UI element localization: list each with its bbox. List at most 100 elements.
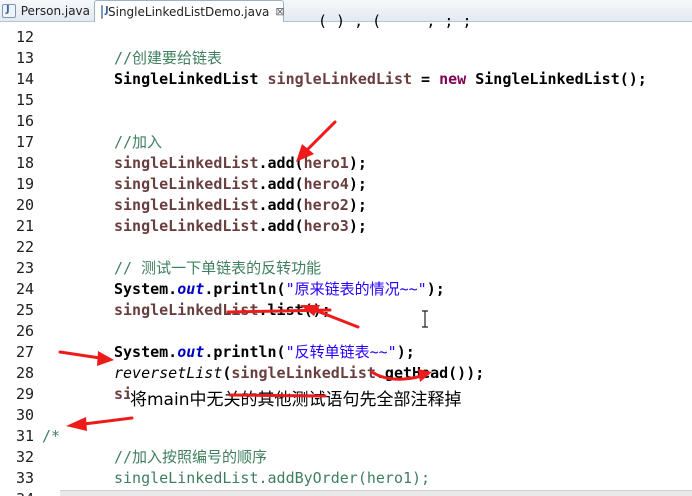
- code-token: // 测试一下单链表的反转功能: [114, 259, 322, 277]
- code-token: hero2: [303, 196, 349, 214]
- code-token: reversetList: [114, 364, 223, 382]
- code-token: );: [348, 196, 367, 214]
- code-text: singleLinkedList.addByOrder(hero1);: [114, 468, 430, 489]
- line-number: 15: [15, 91, 34, 109]
- code-token: singleLinkedList: [114, 196, 259, 214]
- code-line[interactable]: 16: [0, 111, 692, 132]
- code-token: .add(: [258, 175, 304, 193]
- code-line[interactable]: 19 singleLinkedList.add(hero4);: [0, 174, 692, 195]
- code-line[interactable]: 17 //加入: [0, 132, 692, 153]
- code-line[interactable]: 28 reversetList(singleLinkedList.getHead(…: [0, 363, 692, 384]
- code-token: singleLinkedList: [114, 217, 259, 235]
- code-token: singleLinkedList: [114, 301, 259, 319]
- code-token: singleLinkedList: [114, 154, 259, 172]
- code-token: //加入: [114, 133, 163, 151]
- code-line[interactable]: 22: [0, 237, 692, 258]
- code-editor[interactable]: ( ) , ( , ; ; 12 13//创建要给链表 14 SingleLinked…: [0, 12, 692, 496]
- annotation-note: 将main中无关的其他测试语句先全部注释掉: [130, 385, 462, 410]
- line-number: 20: [15, 196, 34, 214]
- code-text: singleLinkedList.add(hero3);: [114, 216, 367, 237]
- code-token: );: [396, 343, 415, 361]
- code-text: //加入按照编号的顺序: [114, 447, 267, 468]
- code-token: .println(: [204, 280, 286, 298]
- close-icon[interactable]: ⊠: [275, 5, 284, 18]
- code-token: singleLinkedList.addByOrder(hero1);: [114, 469, 431, 487]
- line-number: 22: [15, 238, 34, 256]
- code-token: //创建要给链表: [114, 49, 223, 67]
- line-number: 17: [15, 133, 34, 151]
- tab-person-label: Person.java: [20, 4, 90, 18]
- line-number: 12: [15, 28, 34, 46]
- code-line[interactable]: 27 System.out.println("反转单链表~~");: [0, 342, 692, 363]
- java-file-icon: [2, 4, 16, 18]
- code-line[interactable]: 14 SingleLinkedList singleLinkedList = ne…: [0, 69, 692, 90]
- code-text: SingleLinkedList singleLinkedList = new …: [114, 69, 647, 90]
- line-number: 28: [15, 364, 34, 382]
- code-line[interactable]: 32 //加入按照编号的顺序: [0, 447, 692, 468]
- code-line[interactable]: 12: [0, 27, 692, 48]
- code-token: );: [348, 154, 367, 172]
- code-token: "原来链表的情况~~": [285, 280, 427, 298]
- code-line[interactable]: 23 // 测试一下单链表的反转功能: [0, 258, 692, 279]
- line-number: 24: [15, 280, 34, 298]
- code-line[interactable]: 18 singleLinkedList.add(hero1);: [0, 153, 692, 174]
- code-token: .add(: [258, 217, 304, 235]
- java-file-icon: [101, 4, 109, 19]
- code-text: //创建要给链表: [114, 48, 222, 69]
- code-token: SingleLinkedList: [114, 70, 268, 88]
- code-token: SingleLinkedList();: [466, 70, 647, 88]
- code-line[interactable]: 20 singleLinkedList.add(hero2);: [0, 195, 692, 216]
- code-token: .add(: [258, 196, 304, 214]
- line-number: 13: [15, 49, 34, 67]
- code-token: .println(: [204, 343, 286, 361]
- code-token: );: [348, 217, 367, 235]
- line-number: 29: [15, 385, 34, 403]
- line-number: 31: [15, 427, 34, 445]
- code-token: );: [348, 175, 367, 193]
- code-line[interactable]: 33 singleLinkedList.addByOrder(hero1);: [0, 468, 692, 489]
- code-line[interactable]: 21 singleLinkedList.add(hero3);: [0, 216, 692, 237]
- code-token: singleLinkedList: [231, 364, 376, 382]
- code-text: singleLinkedList.list();: [114, 300, 331, 321]
- code-token: "反转单链表~~": [285, 343, 397, 361]
- line-number: 32: [15, 448, 34, 466]
- line-number: 26: [15, 322, 34, 340]
- code-text: //加入: [114, 132, 162, 153]
- code-text: singleLinkedList.add(hero1);: [114, 153, 367, 174]
- tab-singlelinkedlistdemo-java[interactable]: SingleLinkedListDemo.java ⊠: [94, 0, 285, 22]
- code-token: System.: [114, 343, 178, 361]
- code-token: new: [439, 70, 467, 88]
- code-line[interactable]: 24 System.out.println("原来链表的情况~~");: [0, 279, 692, 300]
- line-number: 21: [15, 217, 34, 235]
- code-text: System.out.println("反转单链表~~");: [114, 342, 415, 363]
- line-number: 16: [15, 112, 34, 130]
- code-text: System.out.println("原来链表的情况~~");: [114, 279, 445, 300]
- code-token: singleLinkedList: [267, 70, 413, 88]
- code-token: System.: [114, 280, 178, 298]
- code-line[interactable]: 13 //创建要给链表: [0, 48, 692, 69]
- code-token: .list();: [258, 301, 331, 319]
- line-number: 27: [15, 343, 34, 361]
- tab-demo-label: SingleLinkedListDemo.java: [108, 4, 270, 19]
- line-number: 34: [0, 489, 34, 496]
- line-number: 23: [15, 259, 34, 277]
- horizontal-scrollbar[interactable]: [60, 490, 692, 496]
- code-text: singleLinkedList.add(hero2);: [114, 195, 367, 216]
- code-line[interactable]: 31 /*: [0, 426, 692, 447]
- line-number: 18: [15, 154, 34, 172]
- code-line[interactable]: 26: [0, 321, 692, 342]
- code-token: out: [177, 343, 205, 361]
- line-number: 14: [15, 70, 34, 88]
- code-token: singleLinkedList: [114, 175, 259, 193]
- code-line[interactable]: 15: [0, 90, 692, 111]
- line-number: 25: [15, 301, 34, 319]
- code-text: reversetList(singleLinkedList.getHead())…: [114, 363, 484, 384]
- code-text: singleLinkedList.add(hero4);: [114, 174, 367, 195]
- code-line[interactable]: 25 singleLinkedList.list();: [0, 300, 692, 321]
- code-token: out: [177, 280, 205, 298]
- code-token: //加入按照编号的顺序: [114, 448, 268, 466]
- line-number: 33: [15, 469, 34, 487]
- code-token: /*: [42, 427, 61, 445]
- tab-person-java[interactable]: Person.java: [0, 0, 90, 22]
- text-cursor-icon: [422, 310, 428, 328]
